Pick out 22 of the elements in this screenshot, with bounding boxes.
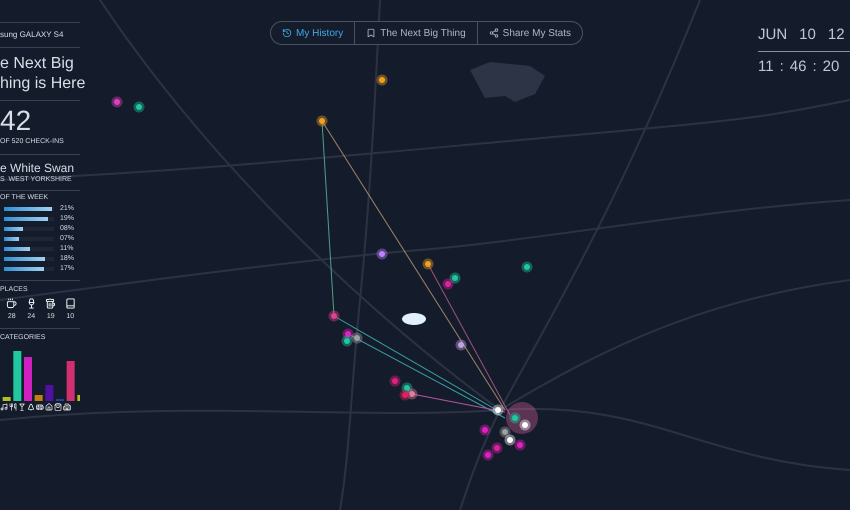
nav-tab[interactable]: Share My Stats [476, 22, 582, 44]
clock-seconds: 20 [822, 56, 840, 76]
cafe-icon [6, 298, 18, 309]
library-icon [64, 298, 76, 309]
history-icon [282, 28, 292, 38]
clock-day: 10 [799, 24, 816, 46]
nav-tab[interactable]: My History [271, 22, 354, 44]
venue-name: e White Swan [0, 160, 76, 174]
clock-hours: 11 [758, 56, 774, 76]
headline: hing is Here [0, 74, 86, 94]
clock-separator: : [812, 56, 817, 76]
clock-year: 12 [828, 25, 845, 45]
headline: e Next Big [0, 54, 74, 74]
clock-month: JUN [758, 25, 788, 45]
checkin-count: 42 [0, 105, 32, 137]
share-icon [488, 28, 499, 38]
pub-icon [45, 298, 56, 309]
bookmark-icon [366, 28, 376, 38]
clock-minutes: 46 [790, 56, 806, 76]
nav-tab[interactable]: The Next Big Thing [354, 22, 477, 44]
clock-separator: : [780, 56, 784, 76]
brand-logo: sung GALAXY S4 [0, 29, 64, 41]
